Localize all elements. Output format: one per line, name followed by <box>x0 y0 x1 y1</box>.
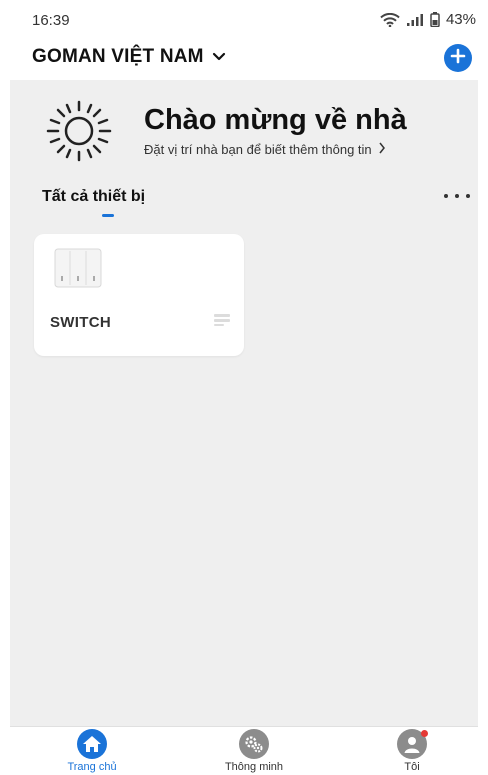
notification-badge <box>421 730 428 737</box>
gears-icon <box>239 729 269 759</box>
status-icons: 43% <box>380 11 476 28</box>
app-screen: 16:39 43% GOMAN VIỆT NAM Chào mừng về nh… <box>10 0 478 775</box>
home-selector[interactable]: GOMAN VIỆT NAM <box>32 46 226 68</box>
signal-icon <box>406 13 424 26</box>
welcome-title: Chào mừng về nhà <box>144 104 407 136</box>
header: GOMAN VIỆT NAM <box>10 38 478 80</box>
nav-item-me[interactable]: Tôi <box>362 727 462 775</box>
sun-icon <box>40 100 118 167</box>
battery-level: 43% <box>445 11 476 28</box>
status-time: 16:39 <box>32 12 70 29</box>
nav-item-home[interactable]: Trang chủ <box>42 727 142 775</box>
welcome-banner[interactable]: Chào mừng về nhà Đặt vị trí nhà bạn để b… <box>10 80 478 180</box>
nav-item-smart[interactable]: Thông minh <box>204 727 304 775</box>
home-icon <box>77 729 107 759</box>
wall-switch-icon <box>54 248 102 293</box>
nav-label-smart: Thông minh <box>224 761 284 773</box>
tab-all-devices[interactable]: Tất cả thiết bị <box>42 188 145 206</box>
plus-circle-icon <box>450 48 466 69</box>
nav-label-me: Tôi <box>404 761 420 773</box>
chevron-right-icon <box>378 142 386 157</box>
add-device-button[interactable] <box>444 44 472 72</box>
user-icon <box>397 729 428 759</box>
welcome-subtitle-text: Đặt vị trí nhà bạn để biết thêm thông ti… <box>144 142 372 157</box>
battery-icon <box>430 12 440 27</box>
welcome-subtitle[interactable]: Đặt vị trí nhà bạn để biết thêm thông ti… <box>144 142 386 157</box>
more-horizontal-icon <box>455 194 459 198</box>
device-status-icon <box>214 314 230 329</box>
nav-label-home: Trang chủ <box>67 761 117 773</box>
more-horizontal-icon <box>466 194 470 198</box>
more-options-button[interactable] <box>444 190 470 202</box>
device-card[interactable]: SWITCH <box>34 234 244 356</box>
status-bar: 16:39 43% <box>10 0 478 38</box>
home-name: GOMAN VIỆT NAM <box>32 46 204 67</box>
tab-active-indicator <box>102 214 114 217</box>
device-name: SWITCH <box>50 314 111 331</box>
chevron-down-icon <box>212 46 226 68</box>
more-horizontal-icon <box>444 194 448 198</box>
bottom-nav: Trang chủ Thông minh Tôi <box>10 726 478 775</box>
wifi-icon <box>380 12 400 27</box>
